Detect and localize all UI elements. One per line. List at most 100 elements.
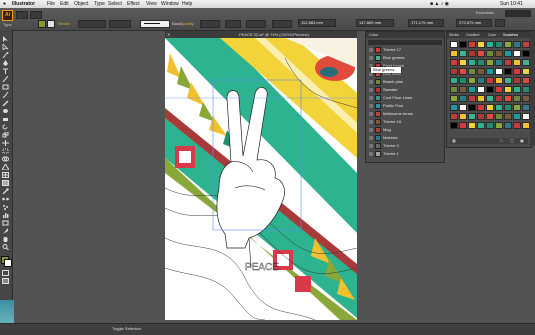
swatch-cell[interactable] — [513, 113, 521, 120]
blend-tool-icon[interactable] — [2, 196, 9, 202]
swatch-cell[interactable] — [459, 95, 467, 102]
swatch-cell[interactable] — [477, 86, 485, 93]
perspective-grid-tool-icon[interactable] — [2, 164, 9, 170]
new-color-group-icon[interactable]: □ — [500, 138, 502, 144]
column-graph-tool-icon[interactable] — [2, 212, 9, 218]
swatch-cell[interactable] — [468, 95, 476, 102]
swatch-cell[interactable] — [477, 104, 485, 111]
color-group-row[interactable]: Sweater — [369, 87, 441, 93]
swatch-cell[interactable] — [459, 68, 467, 75]
color-panel-search-input[interactable] — [368, 40, 442, 45]
swatch-cell[interactable] — [450, 50, 458, 57]
swatch-cell[interactable] — [504, 41, 512, 48]
visibility-eye-icon[interactable] — [369, 56, 373, 60]
swatch-cell[interactable] — [486, 86, 494, 93]
close-icon[interactable]: ✕ — [167, 32, 170, 37]
swatch-cell[interactable] — [486, 41, 494, 48]
swatch-cell[interactable] — [486, 113, 494, 120]
type-tool-icon[interactable] — [2, 68, 9, 74]
swatch-cell[interactable] — [495, 68, 503, 75]
shape-builder-tool-icon[interactable] — [2, 156, 9, 162]
apple-icon[interactable]: ● — [3, 1, 6, 7]
menu-file[interactable]: File — [47, 1, 55, 7]
stroke-weight-input[interactable] — [78, 20, 106, 28]
swatch-cell[interactable] — [504, 86, 512, 93]
color-group-row[interactable]: Melbourne tones — [369, 111, 441, 117]
color-group-row[interactable]: Cool Floor Lines — [369, 95, 441, 101]
swatch-cell[interactable] — [504, 122, 512, 129]
swatch-cell[interactable] — [450, 77, 458, 84]
align-buttons[interactable] — [246, 20, 266, 28]
pen-tool-icon[interactable] — [2, 60, 9, 66]
swatch-cell[interactable] — [477, 41, 485, 48]
pencil-tool-icon[interactable] — [2, 100, 9, 106]
swatch-cell[interactable] — [504, 68, 512, 75]
swatch-cell[interactable] — [477, 50, 485, 57]
line-tool-icon[interactable] — [2, 76, 9, 82]
swatch-cell[interactable] — [459, 122, 467, 129]
swatch-cell[interactable] — [450, 68, 458, 75]
mesh-tool-icon[interactable] — [2, 172, 9, 178]
swatch-cell[interactable] — [522, 95, 530, 102]
constrain-proportions-button[interactable] — [495, 19, 505, 27]
swatch-cell[interactable] — [477, 68, 485, 75]
paintbrush-tool-icon[interactable] — [2, 92, 9, 98]
variable-width-select[interactable] — [109, 20, 131, 28]
scale-tool-icon[interactable] — [2, 132, 9, 138]
x-field[interactable]: 112.883 mm — [298, 19, 336, 27]
swatch-cell[interactable] — [513, 41, 521, 48]
swatch-library-icon[interactable]: ▦ — [452, 138, 456, 144]
direct-selection-tool-icon[interactable] — [2, 44, 9, 50]
swatch-cell[interactable] — [504, 77, 512, 84]
color-group-row[interactable]: Theme 3 — [369, 143, 441, 149]
drawing-modes-icon[interactable] — [2, 270, 9, 276]
color-group-row[interactable]: Beach plan — [369, 79, 441, 85]
menu-view[interactable]: View — [146, 1, 157, 7]
swatch-cell[interactable] — [459, 104, 467, 111]
swatch-cell[interactable] — [504, 113, 512, 120]
brush-definition-select[interactable] — [140, 20, 170, 28]
swatch-cell[interactable] — [486, 95, 494, 102]
color-group-row[interactable]: Theme 1 — [369, 151, 441, 157]
color-group-row[interactable]: Theme 18 — [369, 119, 441, 125]
swatch-cell[interactable] — [495, 59, 503, 66]
swatch-cell[interactable] — [459, 113, 467, 120]
visibility-eye-icon[interactable] — [369, 96, 373, 100]
app-menu[interactable]: Illustrator — [12, 1, 35, 7]
swatch-cell[interactable] — [522, 113, 530, 120]
swatch-cell[interactable] — [486, 68, 494, 75]
swatch-cell[interactable] — [468, 50, 476, 57]
slice-tool-icon[interactable] — [2, 228, 9, 234]
menu-effect[interactable]: Effect — [127, 1, 140, 7]
swatch-cell[interactable] — [459, 50, 467, 57]
swatch-cell[interactable] — [522, 68, 530, 75]
swatch-cell[interactable] — [450, 95, 458, 102]
swatch-cell[interactable] — [513, 68, 521, 75]
delete-swatch-icon[interactable]: ▣ — [520, 138, 524, 144]
tab-gradient[interactable]: Gradient — [466, 32, 479, 38]
arrange-documents-button[interactable] — [16, 11, 28, 19]
swatch-cell[interactable] — [522, 104, 530, 111]
menu-select[interactable]: Select — [108, 1, 122, 7]
eyedropper-tool-icon[interactable] — [2, 188, 9, 194]
zoom-tool-icon[interactable] — [2, 244, 9, 250]
menu-edit[interactable]: Edit — [60, 1, 69, 7]
swatch-cell[interactable] — [450, 122, 458, 129]
swatch-cell[interactable] — [450, 113, 458, 120]
rotate-tool-icon[interactable] — [2, 124, 9, 130]
h-field[interactable]: 273.579 mm — [456, 19, 492, 27]
rectangle-tool-icon[interactable] — [2, 84, 9, 90]
swatch-cell[interactable] — [477, 122, 485, 129]
stroke-color-box[interactable] — [4, 259, 12, 267]
swatch-cell[interactable] — [513, 77, 521, 84]
view-button[interactable] — [30, 11, 42, 19]
stroke-swatch[interactable] — [47, 20, 55, 28]
swatch-cell[interactable] — [513, 104, 521, 111]
swatch-cell[interactable] — [504, 104, 512, 111]
swatch-cell[interactable] — [468, 104, 476, 111]
swatch-cell[interactable] — [513, 59, 521, 66]
color-group-row[interactable]: Theme 17 — [369, 47, 441, 53]
visibility-eye-icon[interactable] — [369, 112, 373, 116]
swatch-cell[interactable] — [486, 122, 494, 129]
w-field[interactable]: 171.179 mm — [408, 19, 444, 27]
